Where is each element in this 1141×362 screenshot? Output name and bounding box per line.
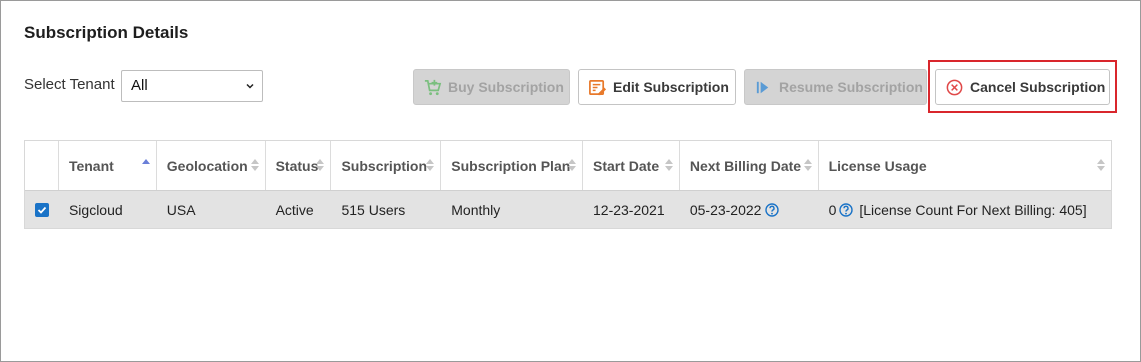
cancel-button-highlight: [928, 60, 1117, 113]
cell-next-billing-date: 05-23-2022: [680, 191, 819, 228]
sort-icon: [426, 159, 435, 171]
sort-icon: [250, 159, 259, 171]
cart-plus-icon: [424, 79, 442, 96]
sort-icon: [1096, 159, 1105, 171]
page-title: Subscription Details: [24, 23, 189, 42]
column-header-tenant[interactable]: Tenant: [59, 141, 157, 190]
subscription-panel: Subscription Details Select Tenant All B…: [0, 0, 1141, 362]
license-note: [License Count For Next Billing: 405]: [859, 201, 1087, 218]
tenant-filter-label: Select Tenant: [24, 76, 115, 93]
help-icon[interactable]: [839, 202, 854, 217]
play-icon: [756, 81, 769, 94]
cell-status: Active: [275, 201, 314, 218]
column-header-subscription-plan[interactable]: Subscription Plan: [441, 141, 583, 190]
column-header-status[interactable]: Status: [266, 141, 332, 190]
tenant-select-value: All: [131, 77, 148, 94]
column-header-next-billing-date[interactable]: Next Billing Date: [680, 141, 819, 190]
cell-subscription-plan: Monthly: [451, 201, 501, 218]
edit-subscription-button[interactable]: Edit Subscription: [578, 69, 736, 105]
cell-subscription: 515 Users: [341, 201, 406, 218]
sort-ascending-icon: [141, 159, 150, 164]
resume-subscription-button[interactable]: Resume Subscription: [744, 69, 927, 105]
column-header-start-date[interactable]: Start Date: [583, 141, 680, 190]
sort-icon: [664, 159, 673, 171]
sort-icon: [316, 159, 325, 171]
sort-icon: [568, 159, 576, 171]
table-row[interactable]: Sigcloud USA Active 515 Users Monthly 12…: [25, 190, 1111, 228]
next-billing-date-value: 05-23-2022: [689, 201, 762, 218]
help-icon[interactable]: [765, 202, 780, 217]
edit-subscription-label: Edit Subscription: [613, 79, 729, 95]
column-header-geolocation[interactable]: Geolocation: [157, 141, 266, 190]
subscription-table: Tenant Geolocation Status Subscription S…: [24, 140, 1112, 229]
row-checkbox[interactable]: [35, 202, 49, 217]
edit-list-icon: [589, 79, 607, 96]
cell-start-date: 12-23-2021: [593, 201, 665, 218]
buy-subscription-label: Buy Subscription: [448, 79, 564, 95]
select-column-header: [25, 141, 59, 190]
column-header-license-usage[interactable]: License Usage: [819, 141, 1111, 190]
license-count-value: 0: [828, 201, 837, 218]
checkmark-icon: [37, 206, 47, 214]
column-header-subscription[interactable]: Subscription: [331, 141, 442, 190]
sort-icon: [803, 159, 812, 171]
cell-tenant: Sigcloud: [68, 201, 123, 218]
buy-subscription-button[interactable]: Buy Subscription: [413, 69, 570, 105]
tenant-select[interactable]: All: [121, 70, 263, 102]
chevron-down-icon: [246, 83, 254, 89]
row-select-cell: [25, 191, 59, 228]
table-header: Tenant Geolocation Status Subscription S…: [25, 141, 1111, 190]
cell-geolocation: USA: [166, 201, 196, 218]
resume-subscription-label: Resume Subscription: [779, 79, 923, 95]
cell-license-usage: 0 [License Count For Next Billing: 405]: [819, 191, 1111, 228]
